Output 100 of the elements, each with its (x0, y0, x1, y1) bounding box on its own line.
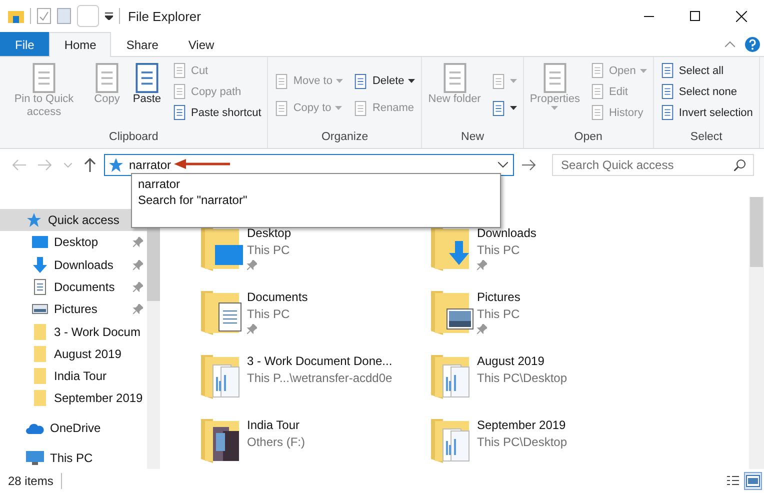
item-location: Others (F:) (247, 435, 306, 449)
suggestion-item[interactable]: narrator (132, 176, 500, 192)
document-icon (57, 8, 71, 24)
down-arrow-icon (32, 256, 48, 273)
document-icon (590, 84, 605, 99)
document-icon (274, 100, 290, 116)
close-icon (736, 10, 746, 22)
help-icon[interactable] (745, 36, 760, 52)
group-label: Organize (320, 130, 370, 145)
document-icon (490, 100, 506, 116)
item-location: This PC (247, 243, 291, 257)
group-label: Clipboard (108, 130, 160, 145)
star-icon (26, 212, 42, 228)
ribbon-button[interactable]: Select all (658, 61, 755, 80)
group-label: New (460, 130, 486, 145)
ribbon-button[interactable]: Paste shortcut (170, 103, 264, 122)
monitor-icon (32, 234, 48, 250)
caret-icon (551, 106, 558, 110)
chevron-down-icon[interactable] (498, 162, 508, 168)
item-location: This PC (477, 307, 520, 321)
large-icons-view-button[interactable] (744, 472, 762, 490)
item-location: This PC (477, 243, 521, 257)
caret-icon (640, 68, 647, 72)
pin-icon (132, 260, 143, 270)
nav-item[interactable]: OneDrive (0, 416, 147, 440)
search-field[interactable]: Search Quick access (552, 154, 754, 176)
item-location: This PC (247, 307, 291, 321)
item-name: India Tour (247, 418, 300, 432)
maximize-icon (690, 11, 700, 21)
ribbon-tab[interactable]: Share (111, 32, 174, 56)
nav-item[interactable]: This PC (0, 446, 147, 469)
caret-icon (510, 79, 517, 83)
item-name: Pictures (477, 290, 520, 304)
caret-icon (510, 106, 517, 110)
star-icon (108, 157, 124, 173)
nav-item[interactable]: August 2019 (0, 342, 147, 365)
item-location: This PC\Desktop (477, 435, 568, 449)
folder-icon (32, 324, 48, 340)
checkmark-document-icon (37, 8, 51, 24)
suggestion-item[interactable]: Search for "narrator" (132, 192, 500, 208)
ribbon-button[interactable]: Delete (351, 72, 418, 90)
folder-icon (32, 368, 48, 384)
item-name: August 2019 (477, 354, 546, 368)
picture-icon (746, 475, 760, 487)
caret-icon (408, 79, 416, 83)
nav-item[interactable]: September 2019 (0, 387, 147, 410)
document-icon (32, 278, 48, 295)
document-icon (590, 105, 605, 120)
pin-icon (132, 304, 143, 314)
item-location: This P...\wetransfer-acdd0e (247, 371, 392, 385)
ribbon-tab[interactable]: View (173, 32, 230, 56)
scrollbar[interactable] (749, 197, 764, 469)
nav-item[interactable]: Pictures (0, 298, 147, 320)
ribbon-tab[interactable]: File (0, 32, 50, 56)
folder-icon (32, 346, 48, 362)
ribbon-button[interactable]: Select none (658, 82, 755, 101)
window-title: File Explorer (128, 8, 201, 24)
search-icon (734, 159, 746, 171)
nav-item[interactable]: Desktop (0, 231, 147, 254)
document-icon (353, 74, 368, 88)
item-name: Desktop (247, 226, 292, 240)
folder-icon (8, 9, 24, 23)
folder-icon (32, 390, 48, 406)
arrow-annotation (174, 159, 230, 169)
dropdown-icon[interactable] (105, 12, 113, 20)
document-icon (274, 74, 290, 88)
list-icon (727, 475, 739, 487)
document-icon (660, 63, 675, 78)
ribbon-button[interactable]: Paste (130, 61, 164, 108)
caret-icon (335, 106, 342, 110)
item-name: September 2019 (477, 418, 567, 432)
nav-item[interactable]: Downloads (0, 254, 147, 276)
document-icon (172, 63, 187, 78)
chevron-up-icon[interactable] (725, 41, 735, 47)
document-icon (660, 105, 675, 120)
nav-item[interactable]: 3 - Work Docum (0, 320, 147, 343)
group-label: Select (689, 130, 724, 145)
pin-icon (132, 237, 143, 248)
blank-square-icon (77, 5, 99, 27)
item-name: 3 - Work Document Done... (247, 354, 392, 368)
cloud-icon (26, 422, 44, 434)
document-icon (353, 100, 368, 116)
item-name: Documents (247, 290, 308, 304)
nav-item[interactable]: Quick access (0, 209, 147, 232)
caret-icon (336, 79, 344, 83)
item-count: 28 items (8, 474, 54, 488)
ribbon-button[interactable]: Invert selection (658, 103, 755, 122)
document-icon (172, 105, 187, 120)
nav-item[interactable]: India Tour (0, 364, 147, 388)
ribbon-tab[interactable]: Home (49, 32, 112, 57)
group-label: Open (573, 130, 604, 145)
nav-item[interactable]: Documents (0, 276, 147, 298)
document-icon (490, 74, 506, 88)
pin-icon (132, 282, 143, 292)
document-icon (660, 84, 675, 99)
computer-icon (26, 450, 44, 465)
item-location: This PC\Desktop (477, 371, 568, 385)
document-icon (172, 84, 187, 99)
document-icon (590, 63, 605, 78)
item-name: Downloads (477, 226, 536, 240)
